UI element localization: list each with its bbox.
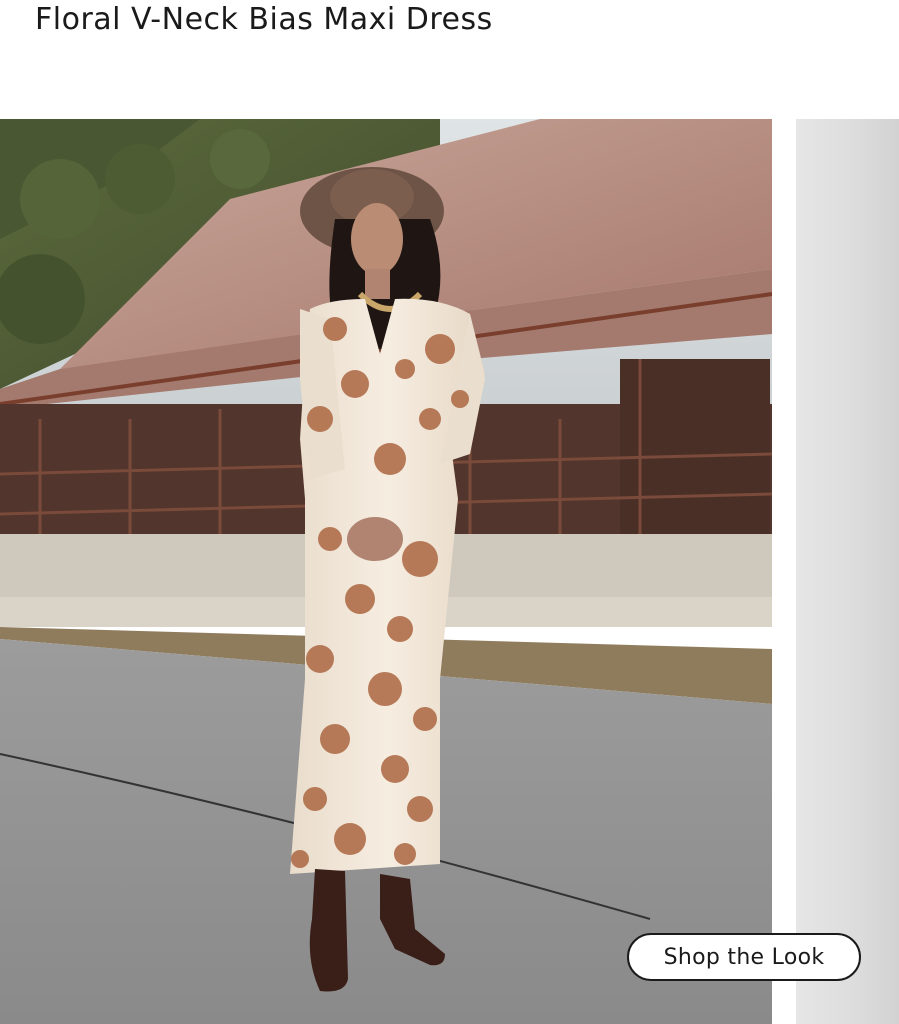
shop-the-look-button[interactable]: Shop the Look [627,933,861,981]
product-lifestyle-image[interactable] [0,119,772,1024]
product-title: Floral V-Neck Bias Maxi Dress [35,2,493,37]
next-slide-preview[interactable] [796,119,899,1024]
